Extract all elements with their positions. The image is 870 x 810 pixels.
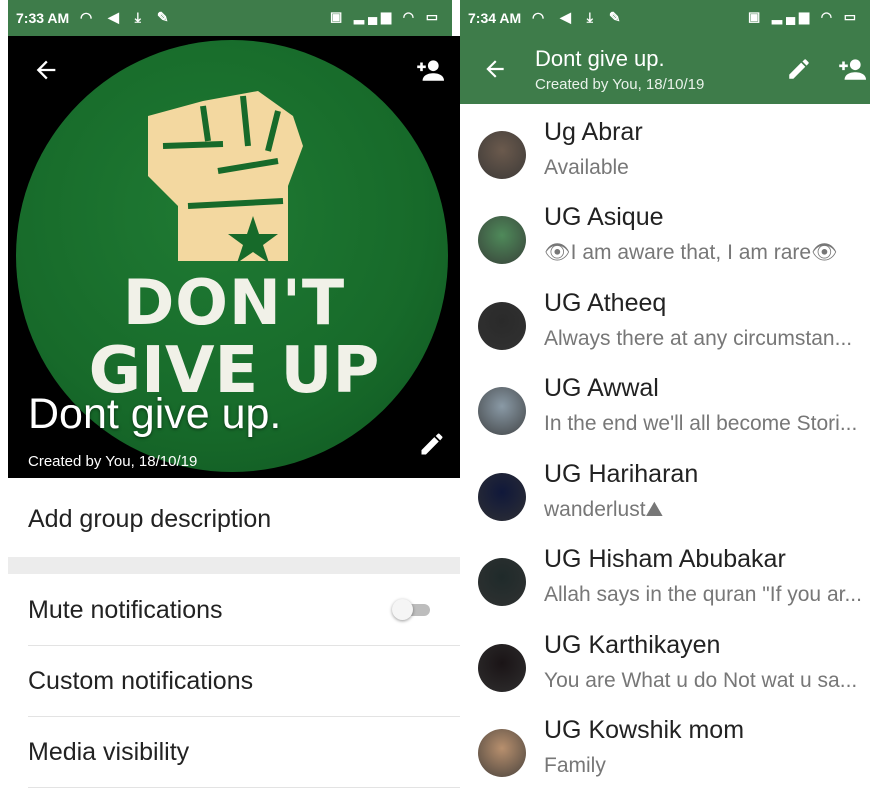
- participant-name: UG Kowshik mom: [544, 716, 745, 744]
- header-title[interactable]: Dont give up.: [535, 46, 665, 72]
- participant-row[interactable]: UG Hariharan wanderlust⛰: [460, 458, 870, 544]
- participant-status: Always there at any circumstan...: [544, 327, 853, 350]
- avatar[interactable]: [478, 473, 526, 521]
- participant-status: 👁I am aware that, I am rare👁: [544, 241, 838, 264]
- participant-name: UG Awwal: [544, 374, 659, 402]
- avatar[interactable]: [478, 387, 526, 435]
- status-bar: 7:34 AM ◠ ◀ ⤓ ✎ ▣ ▂▄▆ ◠ ▭: [460, 0, 870, 36]
- participant-name: Ug Abrar: [544, 118, 643, 146]
- avatar[interactable]: [478, 644, 526, 692]
- status-time: 7:34 AM: [468, 10, 522, 26]
- back-arrow-icon[interactable]: [482, 56, 508, 82]
- participant-name: UG Asique: [544, 203, 664, 231]
- status-notification-icons: ◠ ◀ ⤓ ✎: [532, 9, 627, 25]
- participants-panel: 7:34 AM ◠ ◀ ⤓ ✎ ▣ ▂▄▆ ◠ ▭ Dont give up. …: [460, 0, 870, 810]
- avatar[interactable]: [478, 302, 526, 350]
- status-time: 7:33 AM: [16, 10, 70, 26]
- participant-status: wanderlust⛰: [544, 498, 664, 521]
- status-system-icons: ▣ ▂▄▆ ◠ ▭: [330, 9, 442, 24]
- custom-notifications[interactable]: Custom notifications: [28, 667, 253, 696]
- section-separator: [8, 557, 460, 574]
- participant-name: UG Hariharan: [544, 460, 699, 488]
- group-photo[interactable]: DON'T GIVE UP Dont give up. Created by Y…: [8, 36, 460, 478]
- divider: [28, 787, 460, 788]
- participant-name: UG Atheeq: [544, 289, 667, 317]
- app-header: Dont give up. Created by You, 18/10/19: [460, 36, 870, 104]
- status-notification-icons: ◠ ◀ ⤓ ✎: [80, 9, 175, 25]
- participant-row[interactable]: UG Atheeq Always there at any circumstan.…: [460, 287, 870, 373]
- participant-name: UG Hisham Abubakar: [544, 545, 786, 573]
- participant-status: You are What u do Not wat u sa...: [544, 669, 858, 692]
- toggle-thumb: [392, 599, 413, 620]
- group-info-panel: 7:33 AM ◠ ◀ ⤓ ✎ ▣ ▂▄▆ ◠ ▭ DON'T GIVE UP …: [0, 0, 460, 810]
- divider: [28, 716, 460, 717]
- group-created-info: Created by You, 18/10/19: [28, 453, 198, 470]
- avatar[interactable]: [478, 558, 526, 606]
- participant-status: Allah says in the quran "If you ar...: [544, 583, 862, 606]
- header-subtitle: Created by You, 18/10/19: [535, 76, 705, 93]
- participant-row[interactable]: UG Karthikayen You are What u do Not wat …: [460, 629, 870, 715]
- participant-status: Available: [544, 156, 629, 179]
- fist-icon: [148, 91, 303, 263]
- avatar[interactable]: [478, 216, 526, 264]
- edit-pencil-icon[interactable]: [786, 56, 812, 82]
- participant-row[interactable]: Ug Abrar Available: [460, 116, 870, 202]
- add-participant-icon[interactable]: [836, 55, 866, 83]
- participant-row[interactable]: UG Kowshik mom Family: [460, 714, 870, 800]
- mute-notifications-toggle[interactable]: [392, 599, 432, 620]
- group-name: Dont give up.: [28, 390, 282, 438]
- poster-text-line1: DON'T: [122, 266, 346, 339]
- status-bar: 7:33 AM ◠ ◀ ⤓ ✎ ▣ ▂▄▆ ◠ ▭: [8, 0, 452, 36]
- participant-row[interactable]: UG Asique 👁I am aware that, I am rare👁: [460, 201, 870, 287]
- avatar[interactable]: [478, 131, 526, 179]
- avatar[interactable]: [478, 729, 526, 777]
- media-visibility[interactable]: Media visibility: [28, 738, 189, 767]
- participant-status: In the end we'll all become Stori...: [544, 412, 858, 435]
- back-arrow-icon[interactable]: [32, 56, 60, 84]
- status-system-icons: ▣ ▂▄▆ ◠ ▭: [748, 9, 860, 24]
- mute-notifications-label[interactable]: Mute notifications: [28, 596, 223, 625]
- edit-pencil-icon[interactable]: [418, 430, 446, 458]
- add-participant-icon[interactable]: [414, 56, 444, 84]
- participant-row[interactable]: UG Hisham Abubakar Allah says in the qura…: [460, 543, 870, 629]
- participant-name: UG Karthikayen: [544, 631, 721, 659]
- add-group-description[interactable]: Add group description: [28, 505, 271, 534]
- divider: [28, 645, 460, 646]
- participant-status: Family: [544, 754, 606, 777]
- participant-row[interactable]: UG Awwal In the end we'll all become Stor…: [460, 372, 870, 458]
